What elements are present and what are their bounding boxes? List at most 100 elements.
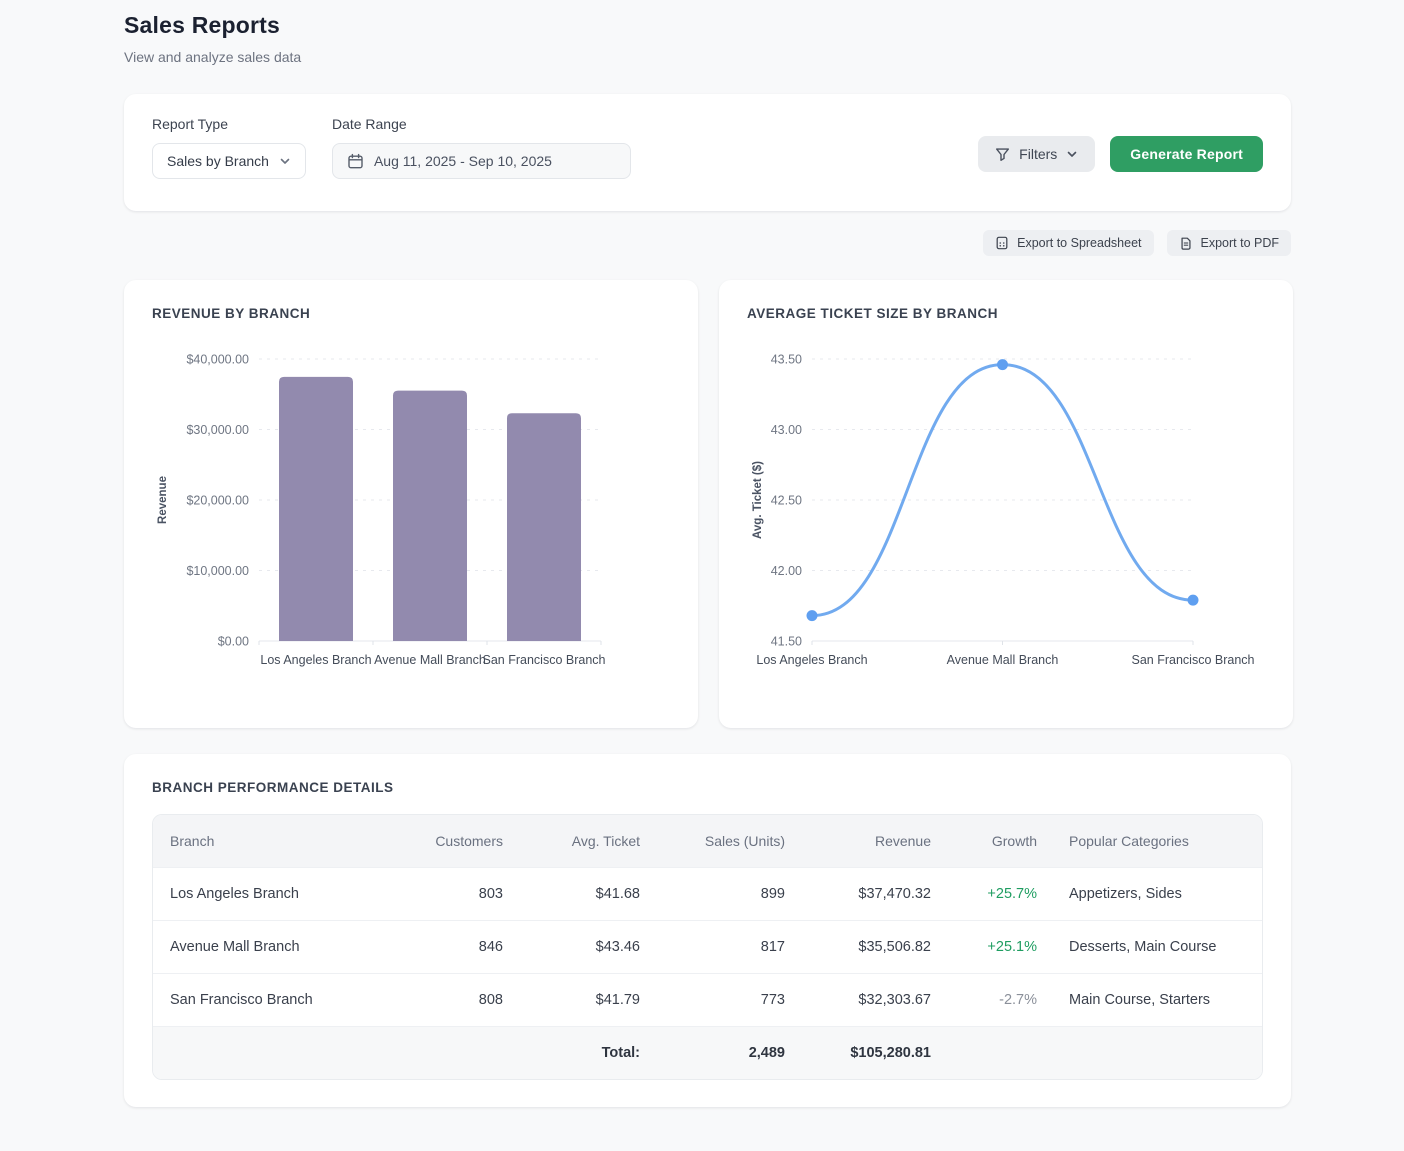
table-cell: $32,303.67 xyxy=(801,974,947,1027)
bar-Los Angeles Branch xyxy=(279,377,353,641)
table-row: Avenue Mall Branch846$43.46817$35,506.82… xyxy=(153,921,1262,974)
calendar-icon xyxy=(347,153,364,170)
branch-performance-table: BranchCustomersAvg. TicketSales (Units)R… xyxy=(153,815,1262,1079)
date-range-input[interactable]: Aug 11, 2025 - Sep 10, 2025 xyxy=(332,143,631,179)
table-total-row: Total:2,489$105,280.81 xyxy=(153,1027,1262,1080)
table-cell: 773 xyxy=(656,974,801,1027)
filters-button-label: Filters xyxy=(1019,146,1057,162)
x-category-label: Avenue Mall Branch xyxy=(374,653,486,667)
y-axis-label: Avg. Ticket ($) xyxy=(752,461,764,539)
revenue-bar-chart: $0.00$10,000.00$20,000.00$30,000.00$40,0… xyxy=(152,337,670,677)
data-point-San Francisco Branch xyxy=(1188,595,1199,606)
y-tick-label: $30,000.00 xyxy=(186,423,249,437)
report-type-select[interactable]: Sales by Branch xyxy=(152,143,306,179)
table-body: Los Angeles Branch803$41.68899$37,470.32… xyxy=(153,868,1262,1027)
branch-performance-card: BRANCH PERFORMANCE DETAILS BranchCustome… xyxy=(124,754,1291,1107)
total-cell: $105,280.81 xyxy=(801,1027,947,1080)
table-cell: $35,506.82 xyxy=(801,921,947,974)
chevron-down-icon xyxy=(1066,148,1078,160)
table-cell: 899 xyxy=(656,868,801,921)
branch-performance-title: BRANCH PERFORMANCE DETAILS xyxy=(152,780,1263,795)
export-pdf-label: Export to PDF xyxy=(1201,236,1280,250)
generate-report-button[interactable]: Generate Report xyxy=(1110,136,1263,172)
table-cell: Main Course, Starters xyxy=(1053,974,1262,1027)
table-cell: $41.68 xyxy=(519,868,656,921)
avg-ticket-chart-title: AVERAGE TICKET SIZE BY BRANCH xyxy=(747,306,1265,321)
y-tick-label: 43.00 xyxy=(771,423,802,437)
y-tick-label: 42.50 xyxy=(771,494,802,508)
total-cell xyxy=(947,1027,1053,1080)
y-tick-label: 41.50 xyxy=(771,635,802,649)
table-row: Los Angeles Branch803$41.68899$37,470.32… xyxy=(153,868,1262,921)
y-tick-label: 42.00 xyxy=(771,564,802,578)
table-cell: 803 xyxy=(419,868,519,921)
table-row: San Francisco Branch808$41.79773$32,303.… xyxy=(153,974,1262,1027)
table-cell: $41.79 xyxy=(519,974,656,1027)
column-header-Revenue: Revenue xyxy=(801,815,947,868)
y-tick-label: $20,000.00 xyxy=(186,494,249,508)
sales-reports-page: Sales Reports View and analyze sales dat… xyxy=(124,0,1291,1107)
export-actions: Export to Spreadsheet Export to PDF xyxy=(124,230,1291,256)
table-cell: +25.1% xyxy=(947,921,1053,974)
table-cell: San Francisco Branch xyxy=(153,974,419,1027)
total-cell xyxy=(419,1027,519,1080)
report-controls-right: Filters Generate Report xyxy=(978,136,1263,172)
column-header-Growth: Growth xyxy=(947,815,1053,868)
date-range-value: Aug 11, 2025 - Sep 10, 2025 xyxy=(374,153,552,169)
table-cell: Avenue Mall Branch xyxy=(153,921,419,974)
table-cell: 817 xyxy=(656,921,801,974)
total-cell xyxy=(153,1027,419,1080)
pdf-file-icon xyxy=(1179,236,1193,250)
column-header-Sales (Units): Sales (Units) xyxy=(656,815,801,868)
report-type-label: Report Type xyxy=(152,116,306,132)
revenue-chart-title: REVENUE BY BRANCH xyxy=(152,306,670,321)
report-controls-left: Report Type Sales by Branch Date Range A… xyxy=(152,116,631,179)
x-category-label: San Francisco Branch xyxy=(483,653,606,667)
date-range-field: Date Range Aug 11, 2025 - Sep 10, 2025 xyxy=(332,116,631,179)
date-range-label: Date Range xyxy=(332,116,631,132)
branch-performance-table-wrap: BranchCustomersAvg. TicketSales (Units)R… xyxy=(152,814,1263,1080)
table-cell: $37,470.32 xyxy=(801,868,947,921)
column-header-Avg. Ticket: Avg. Ticket xyxy=(519,815,656,868)
bar-Avenue Mall Branch xyxy=(393,391,467,641)
table-cell: -2.7% xyxy=(947,974,1053,1027)
table-header-row: BranchCustomersAvg. TicketSales (Units)R… xyxy=(153,815,1262,868)
funnel-icon xyxy=(995,147,1010,162)
page-subtitle: View and analyze sales data xyxy=(124,49,1291,65)
table-cell: Los Angeles Branch xyxy=(153,868,419,921)
table-cell: $43.46 xyxy=(519,921,656,974)
data-point-Avenue Mall Branch xyxy=(997,359,1008,370)
bar-San Francisco Branch xyxy=(507,413,581,641)
export-spreadsheet-button[interactable]: Export to Spreadsheet xyxy=(983,230,1153,256)
table-cell: +25.7% xyxy=(947,868,1053,921)
x-category-label: Los Angeles Branch xyxy=(756,653,867,667)
y-tick-label: $0.00 xyxy=(218,635,249,649)
spreadsheet-icon xyxy=(995,236,1009,250)
filters-button[interactable]: Filters xyxy=(978,136,1095,172)
data-point-Los Angeles Branch xyxy=(807,610,818,621)
column-header-Customers: Customers xyxy=(419,815,519,868)
page-title: Sales Reports xyxy=(124,12,1291,39)
report-type-value: Sales by Branch xyxy=(167,153,269,169)
chevron-down-icon xyxy=(279,155,291,167)
table-cell: 846 xyxy=(419,921,519,974)
report-controls-card: Report Type Sales by Branch Date Range A… xyxy=(124,94,1291,211)
total-cell: 2,489 xyxy=(656,1027,801,1080)
avg-ticket-line-chart: 41.5042.0042.5043.0043.50Avg. Ticket ($)… xyxy=(747,337,1265,677)
table-cell: Appetizers, Sides xyxy=(1053,868,1262,921)
x-category-label: San Francisco Branch xyxy=(1132,653,1255,667)
avg-ticket-chart-card: AVERAGE TICKET SIZE BY BRANCH 41.50 42.00… xyxy=(719,280,1293,728)
export-spreadsheet-label: Export to Spreadsheet xyxy=(1017,236,1141,250)
avg-ticket-line xyxy=(812,365,1193,616)
export-pdf-button[interactable]: Export to PDF xyxy=(1167,230,1292,256)
total-cell: Total: xyxy=(519,1027,656,1080)
page-header: Sales Reports View and analyze sales dat… xyxy=(124,12,1291,65)
charts-row: REVENUE BY BRANCH $0.00$10,000.00$20,000… xyxy=(124,280,1291,728)
revenue-chart-card: REVENUE BY BRANCH $0.00$10,000.00$20,000… xyxy=(124,280,698,728)
report-type-field: Report Type Sales by Branch xyxy=(152,116,306,179)
column-header-Popular Categories: Popular Categories xyxy=(1053,815,1262,868)
table-cell: Desserts, Main Course xyxy=(1053,921,1262,974)
y-tick-label: $40,000.00 xyxy=(186,353,249,367)
column-header-Branch: Branch xyxy=(153,815,419,868)
table-cell: 808 xyxy=(419,974,519,1027)
